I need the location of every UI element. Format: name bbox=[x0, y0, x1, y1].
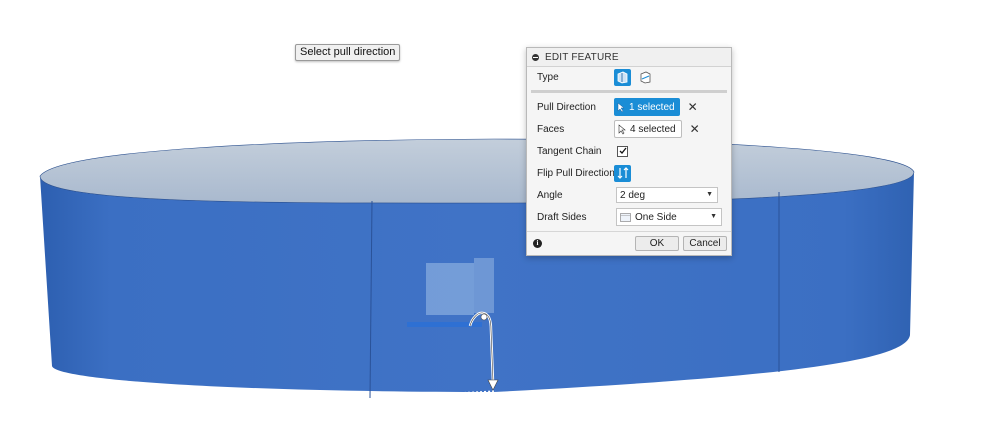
draft-sides-row: Draft Sides One Side ▼ bbox=[527, 207, 731, 227]
type-fixed-plane-icon[interactable] bbox=[614, 68, 631, 86]
type-row: Type bbox=[527, 67, 731, 87]
clear-faces-icon[interactable]: ✕ bbox=[690, 123, 700, 135]
pull-direction-plane-edge bbox=[474, 258, 494, 313]
pull-direction-plane[interactable] bbox=[426, 263, 474, 315]
chevron-down-icon[interactable]: ▼ bbox=[710, 213, 717, 220]
type-parting-line-icon[interactable] bbox=[637, 69, 654, 86]
dialog-footer: i OK Cancel bbox=[527, 231, 731, 256]
clear-pull-direction-icon[interactable]: ✕ bbox=[688, 101, 698, 113]
ok-button[interactable]: OK bbox=[635, 236, 679, 251]
faces-select-button[interactable]: 4 selected bbox=[614, 120, 682, 138]
faces-value: 4 selected bbox=[630, 123, 676, 135]
checkmark-icon bbox=[619, 147, 627, 154]
cancel-button[interactable]: Cancel bbox=[683, 236, 727, 251]
section-separator bbox=[531, 90, 727, 93]
cursor-arrow-icon bbox=[617, 101, 625, 112]
tooltip-select-pull-direction: Select pull direction bbox=[295, 44, 401, 61]
tangent-chain-checkbox[interactable] bbox=[617, 145, 628, 157]
tangent-chain-row: Tangent Chain bbox=[527, 141, 731, 161]
type-label: Type bbox=[537, 71, 559, 83]
flip-direction-icon[interactable] bbox=[614, 164, 631, 182]
solid-top-face[interactable] bbox=[39, 138, 915, 204]
faces-row: Faces 4 selected ✕ bbox=[527, 119, 731, 139]
cursor-arrow-icon bbox=[618, 123, 626, 134]
pull-direction-label: Pull Direction bbox=[537, 101, 596, 113]
draft-sides-label: Draft Sides bbox=[537, 211, 587, 223]
angle-row: Angle 2 deg ▼ bbox=[527, 185, 731, 205]
dialog-title: EDIT FEATURE bbox=[545, 51, 619, 63]
one-side-icon bbox=[620, 212, 631, 222]
edit-feature-dialog: EDIT FEATURE Type Pull Direction 1 selec… bbox=[526, 47, 732, 256]
angle-value: 2 deg bbox=[620, 189, 646, 201]
flip-pull-direction-label: Flip Pull Direction bbox=[537, 167, 615, 179]
pull-direction-row: Pull Direction 1 selected ✕ bbox=[527, 97, 731, 117]
chevron-down-icon[interactable]: ▼ bbox=[706, 191, 713, 198]
collapse-icon[interactable] bbox=[532, 53, 539, 61]
arrow-pivot-handle[interactable] bbox=[480, 313, 488, 321]
draft-sides-value: One Side bbox=[635, 211, 677, 223]
info-icon[interactable]: i bbox=[533, 239, 542, 248]
pull-direction-value: 1 selected bbox=[629, 101, 675, 113]
draft-sides-dropdown[interactable]: One Side ▼ bbox=[616, 208, 722, 226]
3d-viewport[interactable] bbox=[0, 0, 999, 433]
angle-label: Angle bbox=[537, 189, 563, 201]
flip-pull-direction-row: Flip Pull Direction bbox=[527, 163, 731, 183]
tangent-chain-label: Tangent Chain bbox=[537, 145, 602, 157]
pull-direction-select-button[interactable]: 1 selected bbox=[614, 98, 680, 116]
angle-input[interactable]: 2 deg ▼ bbox=[616, 187, 718, 203]
faces-label: Faces bbox=[537, 123, 565, 135]
dialog-header: EDIT FEATURE bbox=[527, 48, 731, 67]
